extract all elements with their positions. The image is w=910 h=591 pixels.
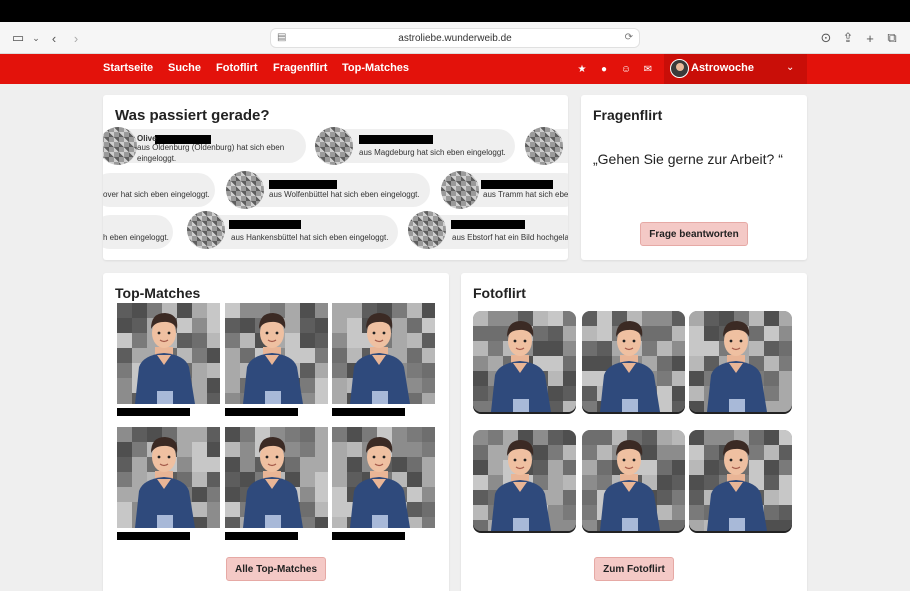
activity-avatar[interactable]: [226, 171, 264, 209]
page-icon: ▤: [277, 32, 287, 43]
profile-photo[interactable]: [225, 303, 328, 404]
browser-toolbar: ▭ ⌄ ‹ › ▤ astroliebe.wunderweib.de ⟳ ⊙ ⇪…: [0, 22, 910, 54]
tabs-overview-icon[interactable]: ⧉: [882, 28, 902, 48]
redacted-name: [269, 180, 337, 189]
question-text: „Gehen Sie gerne zur Arbeit? “: [593, 151, 783, 167]
activity-text: aus Hankensbüttel hat sich eben eingelog…: [231, 233, 389, 242]
profile-photo[interactable]: [582, 311, 685, 412]
profile-photo[interactable]: [689, 311, 792, 412]
activity-avatar[interactable]: [441, 171, 479, 209]
redacted-name: [481, 180, 553, 189]
sidebar-icon[interactable]: ▭: [8, 28, 28, 48]
nav-startseite[interactable]: Startseite: [103, 62, 153, 74]
go-fotoflirt-button[interactable]: Zum Fotoflirt: [594, 557, 674, 581]
back-icon[interactable]: ‹: [44, 28, 64, 48]
activity-text: aus Tramm hat sich ebe: [483, 190, 568, 199]
activity-text: aus Oldenburg (Oldenburg) hat sich eben …: [137, 143, 285, 163]
profile-photo[interactable]: [582, 430, 685, 531]
topmatches-card: Top-Matches Alle Top-Matches: [103, 273, 449, 591]
activity-text: over hat sich eben eingeloggt.: [103, 190, 210, 199]
fotoflirt-card: Fotoflirt Zum Fotoflirt: [461, 273, 807, 591]
redacted-name: [225, 408, 298, 416]
chevron-down-icon[interactable]: ⌄: [26, 28, 46, 48]
redacted-name: [332, 408, 405, 416]
profile-menu[interactable]: Astrowoche ⌄: [664, 54, 807, 84]
profile-photo[interactable]: [117, 303, 220, 404]
redacted-name: [229, 220, 301, 229]
profile-photo[interactable]: [473, 430, 576, 531]
smiley-icon[interactable]: ☺: [617, 60, 635, 78]
fragenflirt-title: Fragenflirt: [593, 107, 663, 123]
new-tab-icon[interactable]: +: [860, 28, 880, 48]
redacted-name: [451, 220, 525, 229]
share-icon[interactable]: ⇪: [838, 28, 858, 48]
activity-avatar[interactable]: [315, 127, 353, 165]
nav-suche[interactable]: Suche: [168, 62, 201, 74]
redacted-name: [117, 408, 190, 416]
activity-text: h eben eingeloggt.: [103, 233, 169, 242]
profile-photo[interactable]: [689, 430, 792, 531]
all-topmatches-button[interactable]: Alle Top-Matches: [226, 557, 326, 581]
nav-fragenflirt[interactable]: Fragenflirt: [273, 62, 327, 74]
activity-avatar[interactable]: [525, 127, 563, 165]
mail-icon[interactable]: ✉: [639, 60, 657, 78]
activity-avatar[interactable]: [187, 211, 225, 249]
topmatches-title: Top-Matches: [115, 285, 201, 301]
reload-icon[interactable]: ⟳: [625, 32, 633, 43]
profile-name: Astrowoche: [691, 62, 754, 74]
address-bar[interactable]: ▤ astroliebe.wunderweib.de ⟳: [270, 28, 640, 48]
activity-text: aus Magdeburg hat sich eben eingeloggt.: [359, 148, 506, 157]
fotoflirt-title: Fotoflirt: [473, 285, 526, 301]
avatar: [670, 59, 689, 78]
url-text: astroliebe.wunderweib.de: [398, 32, 512, 44]
profile-photo[interactable]: [225, 427, 328, 528]
redacted-name: [117, 532, 190, 540]
redacted-name: [359, 135, 433, 144]
star-icon[interactable]: ★: [573, 60, 591, 78]
screen-top-bar: [0, 0, 910, 22]
activity-card: Was passiert gerade? Olive aus Oldenburg…: [103, 95, 568, 260]
download-icon[interactable]: ⊙: [816, 28, 836, 48]
fragenflirt-card: Fragenflirt „Gehen Sie gerne zur Arbeit?…: [581, 95, 807, 260]
nav-top-matches[interactable]: Top-Matches: [342, 62, 409, 74]
profile-photo[interactable]: [117, 427, 220, 528]
profile-photo[interactable]: [473, 311, 576, 412]
profile-photo[interactable]: [332, 303, 435, 404]
chevron-down-icon: ⌄: [786, 62, 795, 73]
redacted-name: [332, 532, 405, 540]
activity-text: aus Ebstorf hat ein Bild hochgela: [452, 233, 568, 242]
forward-icon[interactable]: ›: [66, 28, 86, 48]
activity-avatar[interactable]: [408, 211, 446, 249]
nav-fotoflirt[interactable]: Fotoflirt: [216, 62, 258, 74]
redacted-name: [225, 532, 298, 540]
profile-photo[interactable]: [332, 427, 435, 528]
user-icon[interactable]: ●: [595, 60, 613, 78]
activity-text: aus Wolfenbüttel hat sich eben eingelogg…: [269, 190, 420, 199]
answer-question-button[interactable]: Frage beantworten: [640, 222, 748, 246]
activity-title: Was passiert gerade?: [115, 107, 270, 124]
